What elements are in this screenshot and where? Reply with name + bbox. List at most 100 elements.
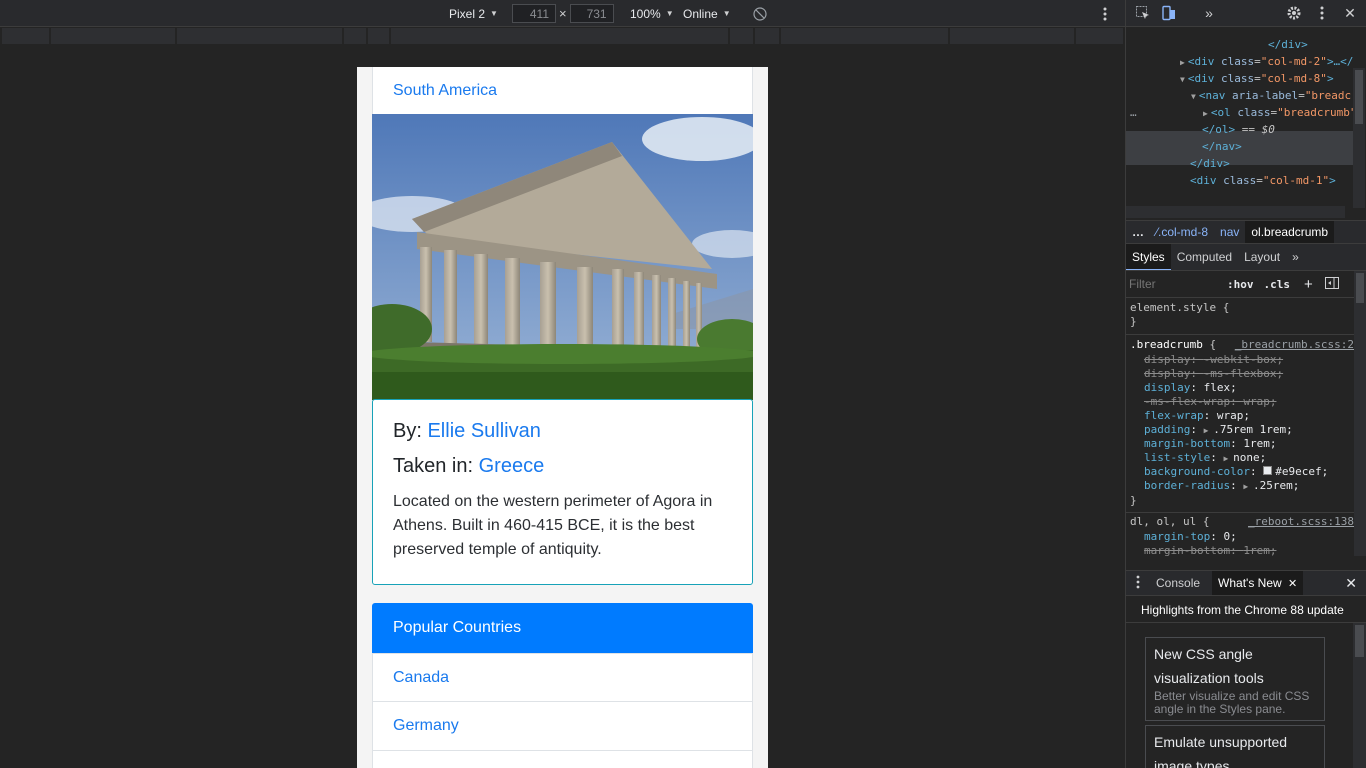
expand-triangle-icon[interactable]: ▶ [1180, 58, 1185, 67]
zoom-select[interactable]: 100% ▼ [630, 0, 674, 27]
new-rule-button[interactable]: + [1304, 276, 1313, 293]
dom-node[interactable]: </nav> [1202, 138, 1242, 155]
css-property[interactable]: display: -ms-flexbox; [1144, 367, 1283, 381]
dom-node[interactable]: ▶ <ol class="breadcrumb" [1203, 104, 1357, 121]
region-link[interactable]: South America [393, 82, 497, 100]
css-property[interactable]: border-radius: ▶ .25rem; [1144, 479, 1299, 493]
author-link[interactable]: Ellie Sullivan [427, 420, 540, 442]
expand-triangle-icon[interactable]: ▶ [1204, 426, 1214, 435]
country-link[interactable]: Canada [393, 669, 449, 687]
css-property[interactable]: margin-bottom: 1rem; [1144, 437, 1276, 451]
css-property[interactable]: display: -webkit-box; [1144, 353, 1283, 367]
photo-description: Located on the western perimeter of Agor… [393, 493, 713, 558]
dom-node[interactable]: </ol> == $0 [1202, 121, 1275, 138]
hov-toggle[interactable]: :hov [1227, 278, 1254, 291]
dom-node[interactable]: </div> [1268, 36, 1308, 53]
drawer-tabbar: Console What's New ✕ ✕ [1126, 570, 1366, 596]
inspect-element-button[interactable] [1134, 4, 1152, 22]
dom-node[interactable]: </div> [1190, 155, 1230, 172]
breadcrumb-item[interactable]: ⁄.col-md-8 [1150, 225, 1214, 239]
rotate-button[interactable] [753, 0, 767, 27]
photo-card: By: Ellie Sullivan Taken in: Greece Loca… [372, 399, 753, 585]
css-property[interactable]: background-color: #e9ecef; [1144, 465, 1328, 479]
dom-hscrollbar[interactable] [1126, 206, 1345, 218]
more-options-button[interactable] [1102, 0, 1108, 27]
settings-button[interactable] [1285, 4, 1303, 22]
css-selector-line[interactable]: .breadcrumb { [1130, 338, 1216, 352]
css-property-name: margin-top [1144, 530, 1211, 543]
css-property[interactable]: -ms-flex-wrap: wrap; [1144, 395, 1276, 409]
css-property-name: background-color [1144, 465, 1250, 478]
css-property[interactable]: list-style: ▶ none; [1144, 451, 1266, 465]
css-selector[interactable]: dl, ol, ul { [1130, 515, 1209, 529]
card-heading: New CSS angle visualization tools [1154, 646, 1264, 686]
whats-new-card[interactable]: New CSS angle visualization tools Better… [1145, 637, 1325, 721]
sidebar-toggle-button[interactable] [1324, 276, 1339, 292]
height-input[interactable] [569, 4, 614, 23]
throttle-label: Online [683, 6, 718, 21]
dom-node[interactable]: ▶ <div class="col-md-2">…</ [1180, 53, 1353, 70]
css-property[interactable]: padding: ▶ .75rem 1rem; [1144, 423, 1293, 437]
css-property[interactable]: margin-bottom: 1rem; [1144, 544, 1276, 556]
expand-triangle-icon[interactable]: ▶ [1243, 482, 1253, 491]
drawer-scrollbar-thumb[interactable] [1355, 625, 1364, 657]
cls-toggle[interactable]: .cls [1264, 278, 1291, 291]
list-item[interactable] [372, 750, 753, 768]
width-input[interactable] [512, 4, 556, 23]
tab-computed[interactable]: Computed [1171, 250, 1238, 264]
breadcrumb-overflow[interactable]: … [1126, 225, 1150, 239]
drawer-menu-button[interactable] [1136, 575, 1140, 592]
list-item[interactable]: South America [372, 67, 753, 115]
css-selector[interactable]: element.style { [1130, 301, 1229, 315]
breadcrumb-item-active[interactable]: ol.breadcrumb [1245, 221, 1335, 243]
tab-console[interactable]: Console [1156, 576, 1200, 590]
country-link[interactable]: Greece [479, 455, 545, 477]
expand-triangle-icon[interactable]: ▶ [1223, 454, 1233, 463]
dom-scrollbar-thumb[interactable] [1355, 70, 1363, 124]
collapse-triangle-icon[interactable]: ▼ [1180, 75, 1185, 84]
device-toolbar: Pixel 2 ▼ × 100% ▼ Online ▼ [0, 0, 1125, 27]
tab-whats-new[interactable]: What's New ✕ [1212, 571, 1304, 595]
media-query-ruler[interactable] [0, 28, 1125, 45]
more-tabs-button[interactable]: » [1200, 4, 1218, 22]
emulated-page: South America By: Ellie Sullivan Taken i… [357, 67, 768, 768]
css-property-name: display [1144, 381, 1191, 394]
dom-close-tag: </div> [1268, 38, 1308, 51]
rotate-icon [753, 6, 767, 21]
device-toggle-button[interactable] [1160, 4, 1178, 22]
styles-scrollbar[interactable] [1354, 271, 1366, 556]
list-item[interactable]: Canada [372, 653, 753, 702]
device-select[interactable]: Pixel 2 ▼ [449, 0, 498, 27]
styles-filter-input[interactable] [1129, 274, 1223, 294]
close-tab-icon[interactable]: ✕ [1288, 578, 1297, 590]
tab-whats-new-label: What's New [1218, 576, 1282, 590]
devtools-menu-button[interactable] [1313, 4, 1331, 22]
dom-node[interactable]: ▼ <div class="col-md-8"> [1180, 70, 1334, 87]
dom-node[interactable]: ▼ <nav aria-label="breadc [1191, 87, 1351, 104]
css-property[interactable]: flex-wrap: wrap; [1144, 409, 1250, 423]
dom-node[interactable]: <div class="col-md-1"> [1190, 172, 1336, 189]
tab-styles[interactable]: Styles [1126, 244, 1171, 270]
collapse-triangle-icon[interactable]: ▼ [1191, 92, 1196, 101]
source-link[interactable]: _breadcrumb.scss:2 [1235, 338, 1354, 351]
country-link[interactable]: Germany [393, 717, 459, 735]
breadcrumb-item[interactable]: nav [1214, 225, 1245, 239]
card-subtext: Better visualize and edit CSS angle in t… [1154, 689, 1310, 716]
css-property-name: display [1144, 353, 1191, 366]
list-item[interactable]: Germany [372, 701, 753, 751]
css-property-value: flex; [1203, 381, 1237, 394]
close-devtools-button[interactable]: ✕ [1341, 4, 1359, 22]
tab-layout[interactable]: Layout [1238, 250, 1286, 264]
css-property-value: 0; [1223, 530, 1237, 543]
dom-node-ellipsis[interactable]: … [1130, 104, 1137, 121]
expand-triangle-icon[interactable]: ▶ [1203, 109, 1208, 118]
whats-new-card[interactable]: Emulate unsupported image types [1145, 725, 1325, 768]
source-link[interactable]: _reboot.scss:138 [1248, 515, 1354, 528]
more-tabs-icon[interactable]: » [1286, 250, 1305, 264]
css-property[interactable]: display: flex; [1144, 381, 1237, 395]
color-swatch-icon[interactable] [1263, 466, 1273, 475]
styles-scrollbar-thumb[interactable] [1356, 273, 1364, 303]
close-drawer-icon[interactable]: ✕ [1345, 575, 1357, 592]
throttle-select[interactable]: Online ▼ [683, 0, 731, 27]
css-property[interactable]: margin-top: 0; [1144, 530, 1237, 544]
